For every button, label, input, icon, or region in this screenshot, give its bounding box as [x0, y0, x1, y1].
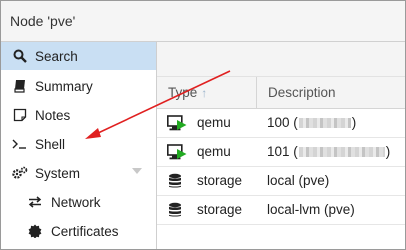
redacted-name	[298, 147, 385, 157]
gears-icon	[12, 165, 28, 181]
column-header-type[interactable]: Type ↑	[157, 77, 257, 108]
sidebar-item-label: Notes	[35, 107, 71, 123]
database-icon	[167, 173, 187, 189]
sidebar-item-label: Certificates	[51, 223, 119, 239]
chevron-down-icon[interactable]	[132, 168, 142, 174]
column-header-description[interactable]: Description	[258, 77, 405, 108]
grid-header: Type ↑ Description	[157, 77, 405, 109]
column-header-label: Type	[168, 85, 198, 100]
certificate-icon	[27, 223, 43, 239]
column-header-label: Description	[268, 85, 336, 100]
table-row[interactable]: storage local-lvm (pve)	[157, 196, 405, 225]
sidebar-item-system[interactable]: System	[1, 159, 156, 187]
table-row[interactable]: qemu 101 ()	[157, 138, 405, 167]
node-window: Node 'pve' Search Summary Notes Shell Sy…	[0, 0, 406, 250]
row-type: qemu	[197, 115, 231, 130]
notes-icon	[12, 107, 28, 123]
panel-toolbar	[157, 42, 405, 77]
vm-running-icon	[167, 144, 187, 160]
sidebar-item-network[interactable]: Network	[1, 188, 156, 216]
sidebar-item-label: Network	[51, 194, 101, 210]
sidebar-item-label: Shell	[35, 136, 66, 152]
sidebar-item-label: Search	[35, 48, 78, 64]
search-icon	[12, 48, 28, 64]
sidebar-item-label: Summary	[35, 78, 93, 94]
row-type: qemu	[197, 144, 231, 159]
row-description: 100 ()	[267, 115, 357, 130]
redacted-name	[298, 118, 351, 128]
sidebar-item-label: System	[35, 165, 81, 181]
sort-ascending-icon: ↑	[201, 85, 208, 100]
sidebar-item-shell[interactable]: Shell	[1, 130, 156, 158]
row-type: storage	[197, 173, 243, 188]
table-row[interactable]: qemu 100 ()	[157, 109, 405, 138]
sidebar-item-certificates[interactable]: Certificates	[1, 217, 156, 245]
row-description: local-lvm (pve)	[267, 202, 355, 217]
row-description: 101 ()	[267, 144, 391, 159]
sidebar-item-search[interactable]: Search	[1, 42, 156, 70]
sidebar-item-summary[interactable]: Summary	[1, 72, 156, 100]
terminal-icon	[12, 136, 28, 152]
row-type: storage	[197, 202, 243, 217]
window-title: Node 'pve'	[10, 13, 76, 29]
title-bar: Node 'pve'	[1, 1, 405, 42]
search-panel: Type ↑ Description qemu 100 () qemu 101 …	[157, 42, 405, 249]
database-icon	[167, 202, 187, 218]
vm-running-icon	[167, 115, 187, 131]
row-description: local (pve)	[267, 173, 330, 188]
exchange-icon	[27, 194, 43, 210]
table-row[interactable]: storage local (pve)	[157, 167, 405, 196]
book-icon	[12, 78, 28, 94]
sidebar-item-notes[interactable]: Notes	[1, 101, 156, 129]
node-sidebar: Search Summary Notes Shell System Networ…	[1, 42, 157, 249]
